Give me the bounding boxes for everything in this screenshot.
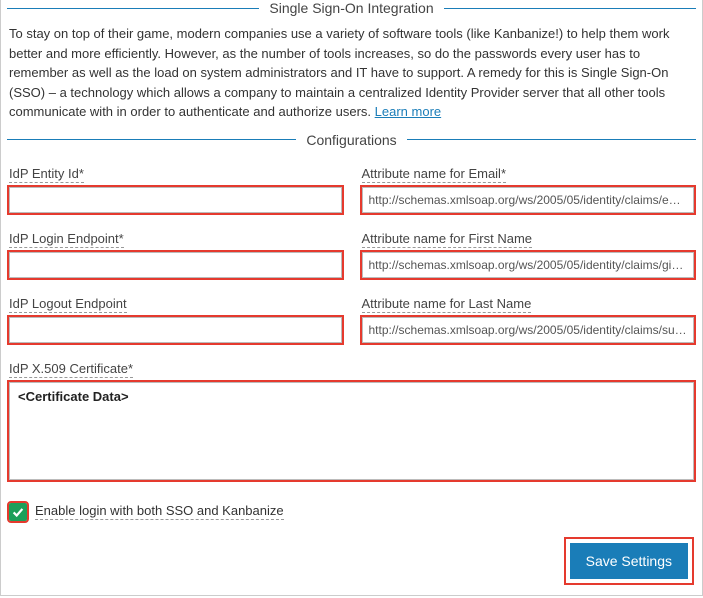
intro-text: To stay on top of their game, modern com… [9, 16, 694, 132]
enable-both-label: Enable login with both SSO and Kanbanize [35, 503, 284, 520]
intro-body: To stay on top of their game, modern com… [9, 26, 669, 119]
config-title: Configurations [296, 132, 406, 148]
save-highlight: Save Settings [566, 539, 692, 583]
attr-last-label: Attribute name for Last Name [362, 296, 532, 313]
sso-title: Single Sign-On Integration [259, 0, 443, 16]
save-settings-button[interactable]: Save Settings [570, 543, 688, 579]
divider [407, 139, 696, 140]
idp-entity-id-label: IdP Entity Id* [9, 166, 84, 183]
cert-label: IdP X.509 Certificate* [9, 361, 133, 378]
idp-login-input[interactable] [9, 252, 342, 278]
sso-section-header: Single Sign-On Integration [7, 0, 696, 16]
attr-first-input[interactable] [362, 252, 695, 278]
attr-last-input[interactable] [362, 317, 695, 343]
idp-entity-id-input[interactable] [9, 187, 342, 213]
idp-logout-label: IdP Logout Endpoint [9, 296, 127, 313]
learn-more-link[interactable]: Learn more [375, 104, 441, 119]
attr-first-label: Attribute name for First Name [362, 231, 533, 248]
divider [7, 8, 259, 9]
cert-textarea[interactable] [9, 382, 694, 480]
enable-both-checkbox[interactable] [9, 503, 27, 521]
check-icon [11, 505, 25, 519]
config-section-header: Configurations [7, 132, 696, 148]
idp-login-label: IdP Login Endpoint* [9, 231, 124, 248]
attr-email-label: Attribute name for Email* [362, 166, 507, 183]
attr-email-input[interactable] [362, 187, 695, 213]
idp-logout-input[interactable] [9, 317, 342, 343]
divider [444, 8, 696, 9]
divider [7, 139, 296, 140]
